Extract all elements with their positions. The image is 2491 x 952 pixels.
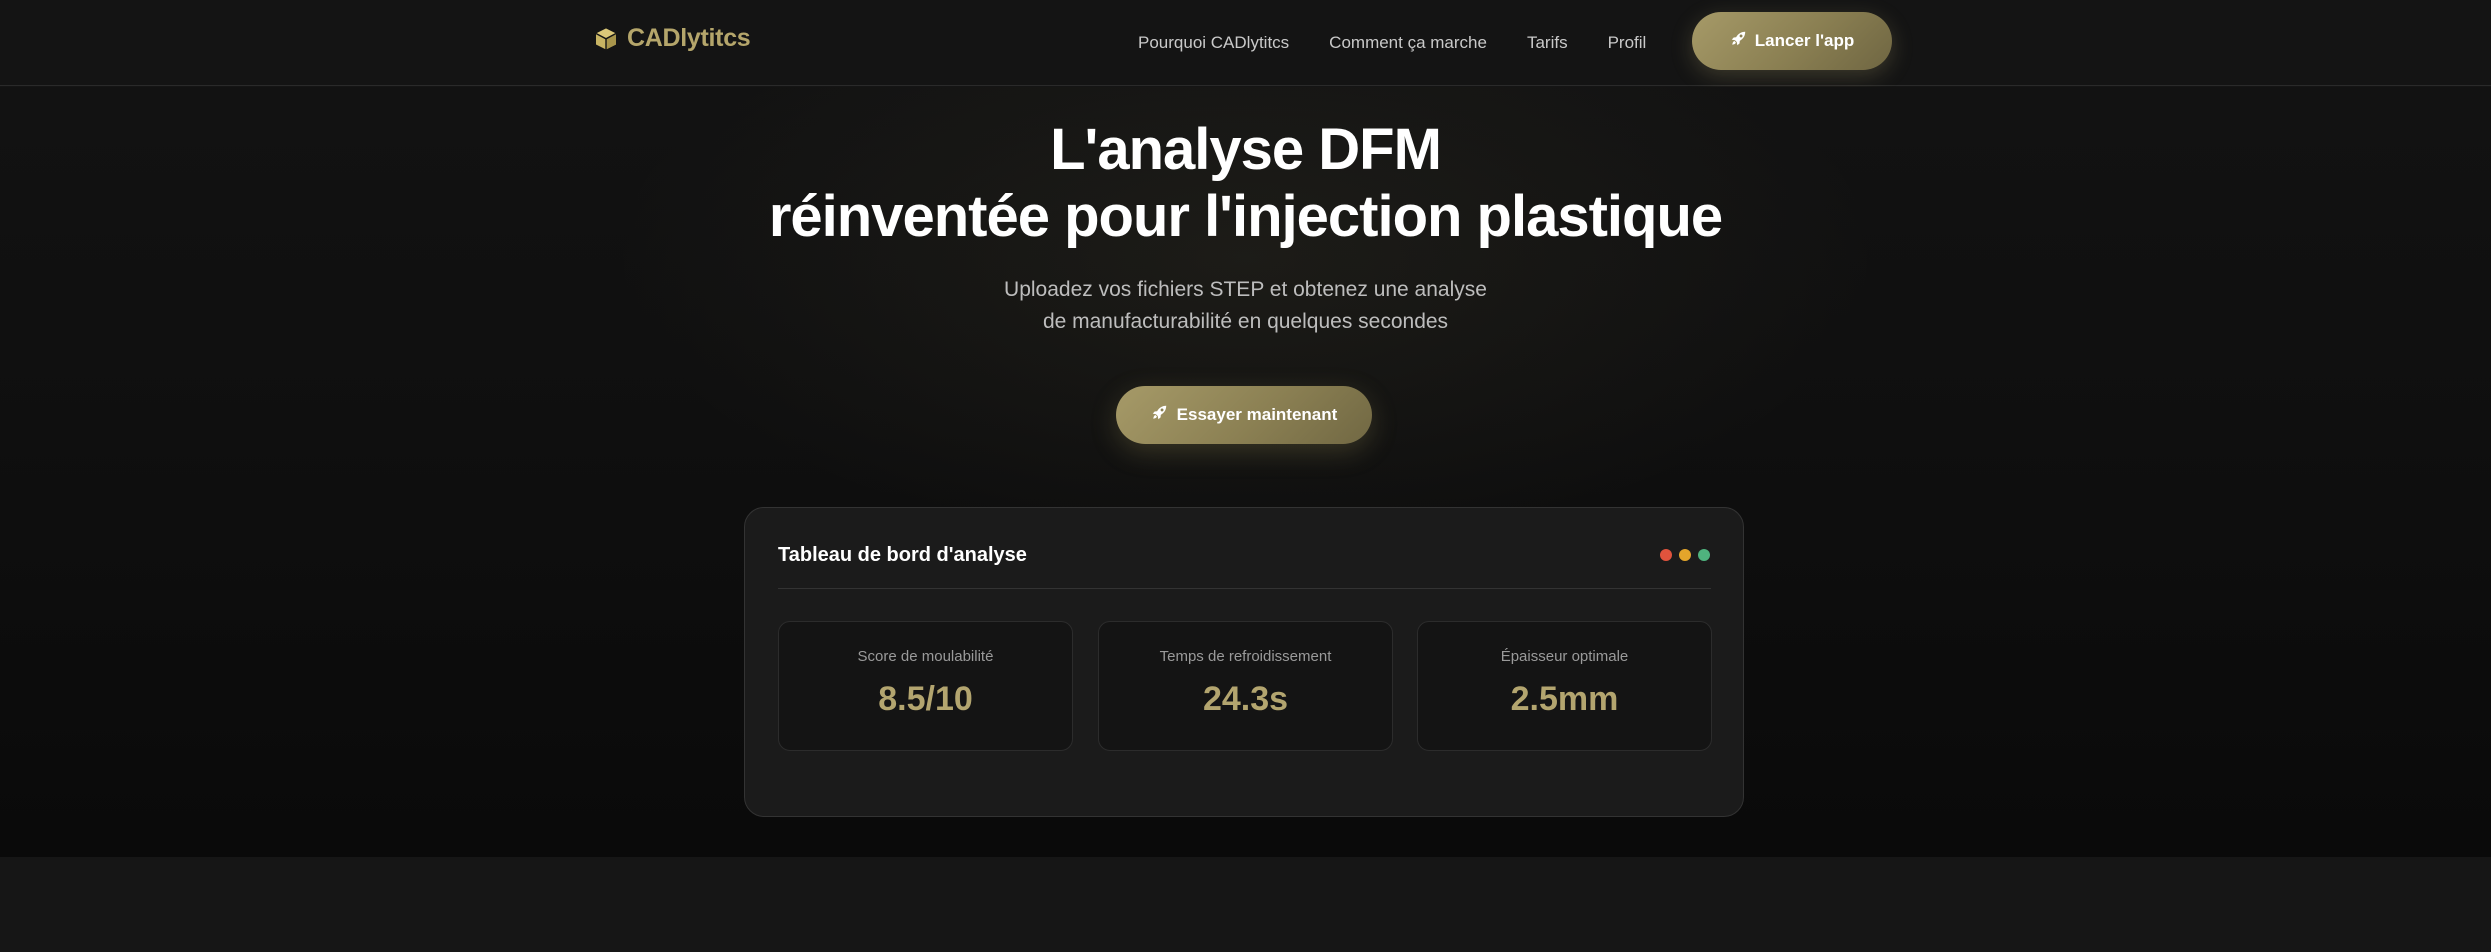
metric-value: 2.5mm bbox=[1510, 680, 1619, 718]
hero-subtitle: Uploadez vos fichiers STEP et obtenez un… bbox=[0, 274, 2491, 338]
main-navigation: Pourquoi CADlytitcs Comment ça marche Ta… bbox=[1138, 0, 1646, 86]
nav-link-tarifs[interactable]: Tarifs bbox=[1527, 33, 1568, 53]
metric-card-cooling-time: Temps de refroidissement 24.3s bbox=[1098, 621, 1393, 751]
metric-label: Temps de refroidissement bbox=[1159, 648, 1332, 665]
hero-subtitle-line-2: de manufacturabilité en quelques seconde… bbox=[1042, 310, 1449, 333]
try-now-button[interactable]: Essayer maintenant bbox=[1116, 386, 1372, 444]
rocket-icon bbox=[1151, 404, 1168, 426]
top-navbar: CADlytitcs Pourquoi CADlytitcs Comment ç… bbox=[0, 0, 2491, 86]
hero-section: L'analyse DFM réinventée pour l'injectio… bbox=[0, 87, 2491, 857]
metric-label: Épaisseur optimale bbox=[1500, 648, 1629, 665]
window-dot-green bbox=[1698, 549, 1710, 561]
window-dot-yellow bbox=[1679, 549, 1691, 561]
hero-title-line-2: réinventée pour l'injection plastique bbox=[768, 184, 1723, 249]
brand-name: CADlytitcs bbox=[627, 24, 751, 52]
try-now-label: Essayer maintenant bbox=[1176, 405, 1338, 424]
nav-link-pourquoi[interactable]: Pourquoi CADlytitcs bbox=[1138, 33, 1289, 53]
next-section-band bbox=[0, 857, 2491, 952]
rocket-icon bbox=[1730, 30, 1747, 52]
dashboard-divider bbox=[778, 588, 1711, 589]
window-dots bbox=[1660, 549, 1710, 561]
brand-logo-link[interactable]: CADlytitcs bbox=[594, 24, 751, 53]
metric-label: Score de moulabilité bbox=[857, 648, 994, 665]
cube-icon bbox=[594, 27, 618, 51]
metric-card-optimal-thickness: Épaisseur optimale 2.5mm bbox=[1417, 621, 1712, 751]
analysis-dashboard-card: Tableau de bord d'analyse Score de moula… bbox=[744, 507, 1744, 817]
nav-link-profil[interactable]: Profil bbox=[1608, 33, 1647, 53]
metric-card-moldability: Score de moulabilité 8.5/10 bbox=[778, 621, 1073, 751]
dashboard-title: Tableau de bord d'analyse bbox=[778, 544, 1027, 566]
metric-value: 8.5/10 bbox=[878, 680, 973, 718]
hero-title: L'analyse DFM réinventée pour l'injectio… bbox=[0, 116, 2491, 250]
metric-value: 24.3s bbox=[1202, 680, 1289, 718]
hero-subtitle-line-1: Uploadez vos fichiers STEP et obtenez un… bbox=[1004, 278, 1487, 301]
window-dot-red bbox=[1660, 549, 1672, 561]
launch-app-button[interactable]: Lancer l'app bbox=[1692, 12, 1892, 70]
nav-link-comment[interactable]: Comment ça marche bbox=[1329, 33, 1487, 53]
launch-app-label: Lancer l'app bbox=[1754, 31, 1855, 50]
hero-title-line-1: L'analyse DFM bbox=[1050, 117, 1442, 182]
